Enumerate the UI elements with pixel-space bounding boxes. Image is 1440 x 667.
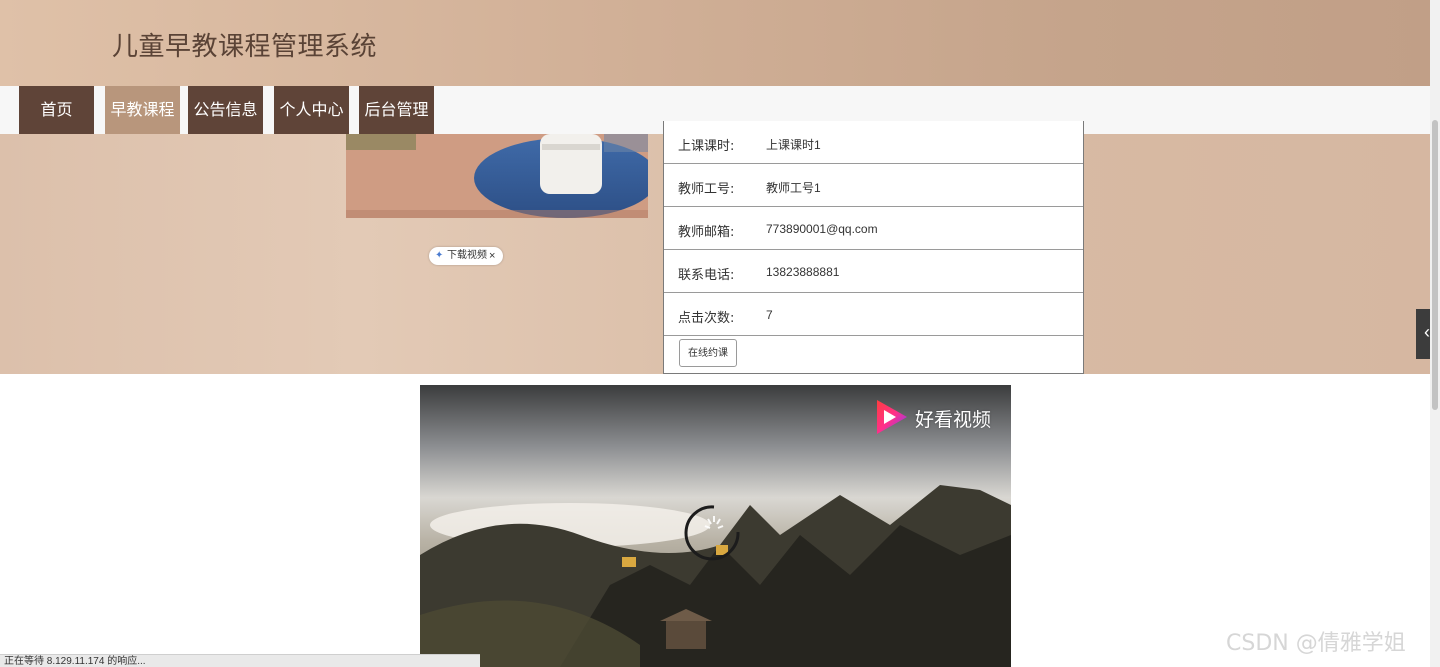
info-value: 13823888881 — [766, 265, 840, 279]
book-online-button[interactable]: 在线约课 — [679, 339, 737, 367]
page: 儿童早教课程管理系统 首页 早教课程 公告信息 个人中心 后台管理 ✦ 下载视频… — [0, 0, 1440, 667]
nav-item-admin[interactable]: 后台管理 — [359, 86, 434, 134]
info-row-teacher-email: 教师邮箱: 773890001@qq.com — [664, 207, 1083, 250]
video-brand-text: 好看视频 — [915, 409, 992, 431]
info-value: 上课课时1 — [766, 138, 821, 152]
play-logo-icon — [877, 400, 907, 434]
download-video-badge[interactable]: ✦ 下载视频 × — [429, 247, 503, 265]
info-value: 773890001@qq.com — [766, 222, 878, 236]
site-title: 儿童早教课程管理系统 — [112, 32, 378, 62]
course-info-table: 上课课时: 上课课时1 教师工号: 教师工号1 教师邮箱: 773890001@… — [663, 121, 1084, 374]
info-row-teacher-id: 教师工号: 教师工号1 — [664, 164, 1083, 207]
cover-illustration — [346, 134, 648, 218]
bird-icon: ✦ — [435, 250, 444, 261]
info-row-click-count: 点击次数: 7 — [664, 293, 1083, 336]
nav-item-profile[interactable]: 个人中心 — [274, 86, 349, 134]
info-label: 上课课时: — [678, 139, 735, 154]
info-value: 教师工号1 — [766, 181, 821, 195]
info-row-phone: 联系电话: 13823888881 — [664, 250, 1083, 293]
download-video-label: 下载视频 — [447, 250, 487, 261]
nav-item-courses[interactable]: 早教课程 — [105, 86, 180, 134]
nav-item-home[interactable]: 首页 — [19, 86, 94, 134]
nav-item-notices[interactable]: 公告信息 — [188, 86, 263, 134]
site-header: 儿童早教课程管理系统 — [0, 0, 1430, 86]
info-label: 教师邮箱: — [678, 225, 735, 240]
course-cover-image — [346, 134, 648, 218]
info-label: 教师工号: — [678, 182, 735, 197]
scroll-thumb[interactable] — [1432, 120, 1438, 410]
info-value: 7 — [766, 308, 773, 322]
close-icon[interactable]: × — [489, 247, 495, 265]
info-label: 点击次数: — [678, 311, 735, 326]
csdn-watermark: CSDN @倩雅学姐 — [1226, 631, 1406, 656]
page-scrollbar[interactable] — [1430, 0, 1440, 667]
info-label: 联系电话: — [678, 268, 735, 283]
info-row-class-hours: 上课课时: 上课课时1 — [664, 121, 1083, 164]
browser-status-bar: 正在等待 8.129.11.174 的响应... — [0, 654, 480, 667]
